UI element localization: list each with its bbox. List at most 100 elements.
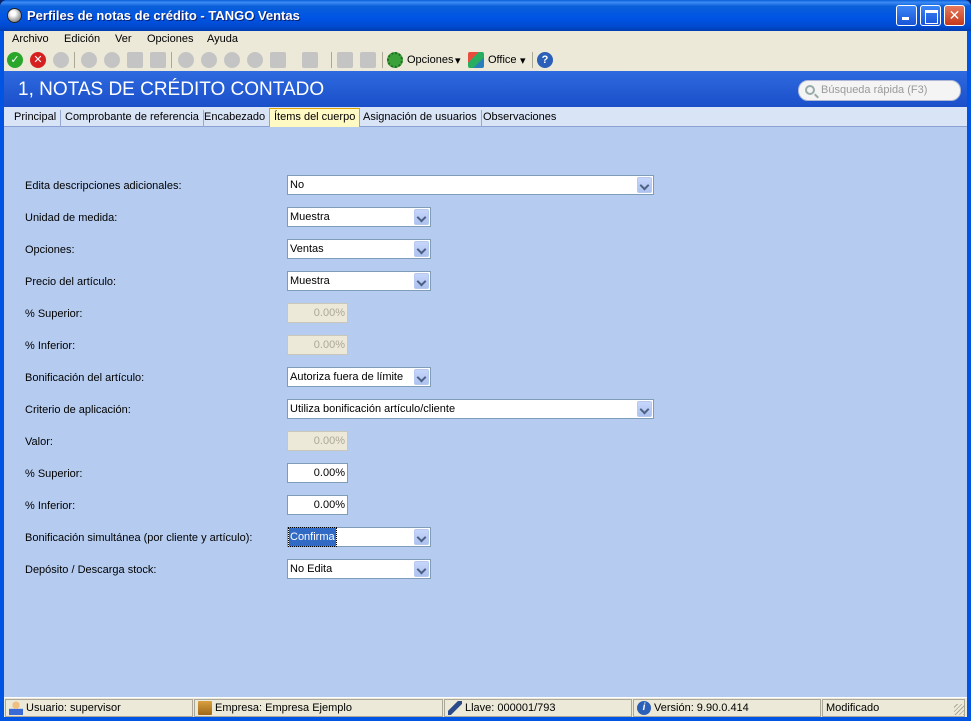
status-version: i Versión: 9.90.0.414 xyxy=(633,699,821,717)
status-user: Usuario: supervisor xyxy=(5,699,193,717)
options-button[interactable]: Opciones xyxy=(407,54,453,66)
office-dropdown-icon[interactable]: ▾ xyxy=(520,54,526,67)
filter-icon[interactable] xyxy=(302,52,318,68)
edita-descripciones-select[interactable]: No xyxy=(287,175,654,195)
document-icon[interactable] xyxy=(150,52,166,68)
sort-icon[interactable] xyxy=(360,52,376,68)
chevron-down-icon[interactable] xyxy=(637,401,652,417)
cancel-button[interactable]: ✕ xyxy=(30,52,46,68)
info-icon: i xyxy=(637,701,651,715)
select-value: No xyxy=(290,179,305,191)
status-key-text: Llave: 000001/793 xyxy=(465,702,556,714)
tab-strip: Principal Comprobante de referencia Enca… xyxy=(4,107,967,127)
field-label: Bonificación simultánea (por cliente y a… xyxy=(25,532,253,544)
toolbar-separator xyxy=(74,52,75,68)
chevron-down-icon[interactable] xyxy=(637,177,652,193)
select-value: Ventas xyxy=(290,243,324,255)
minimize-icon xyxy=(897,6,916,25)
first-record-icon[interactable] xyxy=(178,52,194,68)
field-label: Opciones: xyxy=(25,244,75,256)
gear-icon[interactable] xyxy=(387,52,403,68)
field-label: Bonificación del artículo: xyxy=(25,372,145,384)
delete-icon[interactable] xyxy=(81,52,97,68)
key-icon xyxy=(448,701,462,715)
user-icon xyxy=(9,701,23,715)
print-icon[interactable] xyxy=(104,52,120,68)
menu-archivo[interactable]: Archivo xyxy=(12,33,49,45)
company-icon xyxy=(198,701,212,715)
bonificacion-simultanea-select[interactable]: Confirma xyxy=(287,527,431,547)
tab-principal[interactable]: Principal xyxy=(10,110,62,127)
field-label: % Inferior: xyxy=(25,500,76,512)
bonificacion-articulo-select[interactable]: Autoriza fuera de límite xyxy=(287,367,431,387)
tab-observaciones[interactable]: Observaciones xyxy=(479,110,560,127)
title-bar[interactable]: Perfiles de notas de crédito - TANGO Ven… xyxy=(0,0,971,31)
deposito-descarga-select[interactable]: No Edita xyxy=(287,559,431,579)
field-label: % Superior: xyxy=(25,468,83,480)
status-state: Modificado xyxy=(822,699,965,717)
close-icon: ✕ xyxy=(948,7,961,23)
menu-edicion[interactable]: Edición xyxy=(64,33,100,45)
tab-items-del-cuerpo[interactable]: Ítems del cuerpo xyxy=(269,108,361,127)
precio-inferior-field: 0.00% xyxy=(287,335,348,355)
tab-comprobante-de-referencia[interactable]: Comprobante de referencia xyxy=(61,110,204,127)
chevron-down-icon[interactable] xyxy=(414,561,429,577)
field-label: % Inferior: xyxy=(25,340,76,352)
window-title: Perfiles de notas de crédito - TANGO Ven… xyxy=(27,8,300,23)
select-value: Autoriza fuera de límite xyxy=(290,371,404,383)
options-dropdown-icon[interactable]: ▾ xyxy=(455,54,461,67)
search-placeholder: Búsqueda rápida (F3) xyxy=(821,84,928,96)
quick-search-input[interactable]: Búsqueda rápida (F3) xyxy=(798,80,961,101)
select-value: Confirma xyxy=(288,527,337,547)
maximize-button[interactable] xyxy=(920,5,941,26)
select-value: Muestra xyxy=(290,275,330,287)
status-version-text: Versión: 9.90.0.414 xyxy=(654,702,749,714)
last-record-icon[interactable] xyxy=(247,52,263,68)
bonificacion-inferior-field[interactable]: 0.00% xyxy=(287,495,348,515)
previous-record-icon[interactable] xyxy=(201,52,217,68)
field-label: Criterio de aplicación: xyxy=(25,404,131,416)
opciones-select[interactable]: Ventas xyxy=(287,239,431,259)
client-area: Archivo Edición Ver Opciones Ayuda ✓ ✕ O… xyxy=(4,31,967,717)
add-icon[interactable] xyxy=(53,52,69,68)
columns-icon[interactable] xyxy=(337,52,353,68)
office-icon[interactable] xyxy=(468,52,484,68)
chevron-down-icon[interactable] xyxy=(414,273,429,289)
accept-button[interactable]: ✓ xyxy=(7,52,23,68)
select-value: Muestra xyxy=(290,211,330,223)
field-label: Edita descripciones adicionales: xyxy=(25,180,182,192)
menu-ver[interactable]: Ver xyxy=(115,33,132,45)
valor-field: 0.00% xyxy=(287,431,348,451)
next-record-icon[interactable] xyxy=(224,52,240,68)
toolbar-separator xyxy=(171,52,172,68)
close-button[interactable]: ✕ xyxy=(944,5,965,26)
precio-superior-field: 0.00% xyxy=(287,303,348,323)
maximize-icon xyxy=(921,6,940,25)
unidad-medida-select[interactable]: Muestra xyxy=(287,207,431,227)
toolbar-separator xyxy=(382,52,383,68)
help-icon[interactable]: ? xyxy=(537,52,553,68)
bonificacion-superior-field[interactable]: 0.00% xyxy=(287,463,348,483)
precio-articulo-select[interactable]: Muestra xyxy=(287,271,431,291)
tab-encabezado[interactable]: Encabezado xyxy=(200,110,271,127)
chevron-down-icon[interactable] xyxy=(414,369,429,385)
select-value: Utiliza bonificación artículo/cliente xyxy=(290,403,456,415)
copy-icon[interactable] xyxy=(127,52,143,68)
field-label: Precio del artículo: xyxy=(25,276,117,288)
app-icon[interactable] xyxy=(7,8,22,23)
minimize-button[interactable] xyxy=(896,5,917,26)
resize-grip-icon[interactable] xyxy=(954,704,965,715)
chevron-down-icon[interactable] xyxy=(414,529,429,545)
search-icon xyxy=(805,85,815,95)
menu-opciones[interactable]: Opciones xyxy=(147,33,193,45)
app-window: Perfiles de notas de crédito - TANGO Ven… xyxy=(0,0,971,721)
tab-asignacion-de-usuarios[interactable]: Asignación de usuarios xyxy=(359,110,482,127)
chevron-down-icon[interactable] xyxy=(414,209,429,225)
menu-ayuda[interactable]: Ayuda xyxy=(207,33,238,45)
status-user-text: Usuario: supervisor xyxy=(26,702,121,714)
field-label: % Superior: xyxy=(25,308,83,320)
find-icon[interactable] xyxy=(270,52,286,68)
chevron-down-icon[interactable] xyxy=(414,241,429,257)
criterio-aplicacion-select[interactable]: Utiliza bonificación artículo/cliente xyxy=(287,399,654,419)
office-button[interactable]: Office xyxy=(488,54,517,66)
